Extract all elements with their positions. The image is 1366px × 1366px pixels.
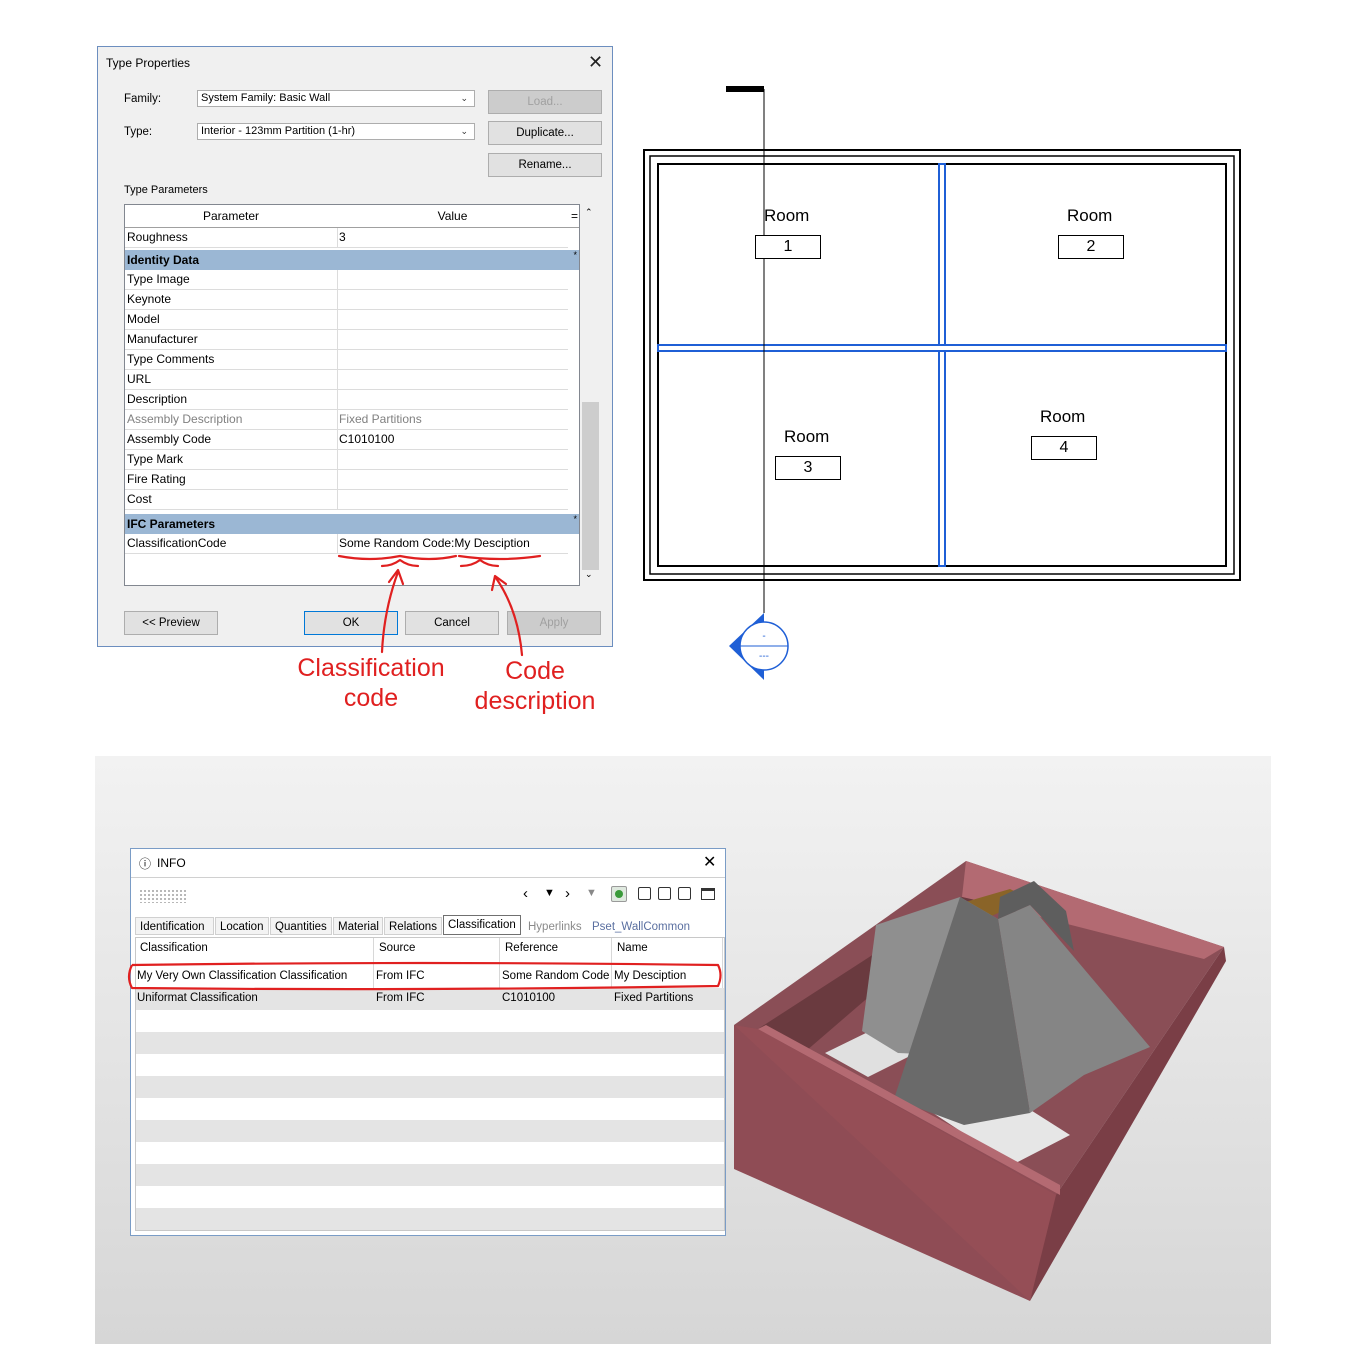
tab-material[interactable]: Material <box>333 917 383 935</box>
tab-relations[interactable]: Relations <box>384 917 442 935</box>
close-icon[interactable]: ✕ <box>703 852 716 872</box>
empty-row <box>136 1076 724 1098</box>
title-divider <box>131 877 725 878</box>
info-panel: ⓘ INFO ✕ ‹ ▼ › ▼ Identification Location… <box>130 848 726 1236</box>
room-label: Room <box>764 206 810 225</box>
tab-pset-wallcommon[interactable]: Pset_WallCommon <box>587 917 693 935</box>
filter-icon[interactable] <box>611 886 627 902</box>
info-icon: ⓘ <box>139 857 152 871</box>
drag-grip-icon[interactable] <box>139 889 187 903</box>
room-label: Room <box>1067 206 1113 225</box>
clipboard-icon[interactable] <box>678 887 691 900</box>
partition-vertical[interactable] <box>938 163 946 567</box>
column-header[interactable]: Reference <box>505 942 558 954</box>
annotation-code-description: Code description <box>460 656 610 716</box>
tab-location[interactable]: Location <box>215 917 269 935</box>
copy-icon[interactable] <box>638 887 651 900</box>
section-head <box>726 86 764 92</box>
annotation-line: code <box>343 684 399 712</box>
column-header[interactable]: Name <box>617 942 648 954</box>
room-number-tag[interactable]: 1 <box>755 235 821 259</box>
room-number-tag[interactable]: 3 <box>775 456 841 480</box>
section-marker-bottom: --- <box>759 651 769 662</box>
model-3d-view[interactable] <box>730 855 1235 1310</box>
room-number-tag[interactable]: 2 <box>1058 235 1124 259</box>
chevron-left-icon[interactable]: ‹ <box>523 885 528 902</box>
empty-row <box>136 1164 724 1186</box>
section-marker-top: - <box>762 631 765 642</box>
annotation-line: Classification <box>297 654 445 682</box>
empty-row <box>136 1120 724 1142</box>
empty-row <box>136 1032 724 1054</box>
tab-classification[interactable]: Classification <box>443 915 521 935</box>
row-highlight-markup <box>127 961 722 991</box>
room-label: Room <box>1040 407 1086 426</box>
tab-identification[interactable]: Identification <box>135 917 214 935</box>
floor-plan[interactable]: - --- <box>643 83 1243 683</box>
caret-down-muted-icon[interactable]: ▼ <box>586 887 597 899</box>
annotation-line: description <box>474 687 596 715</box>
filter-dot <box>615 890 623 898</box>
caret-down-icon[interactable]: ▼ <box>544 887 555 899</box>
tab-quantities[interactable]: Quantities <box>270 917 332 935</box>
room-label: Room <box>784 427 830 446</box>
annotation-line: Code <box>505 657 565 685</box>
room-number-tag[interactable]: 4 <box>1031 436 1097 460</box>
column-header[interactable]: Source <box>379 942 415 954</box>
chevron-right-icon[interactable]: › <box>565 885 570 902</box>
panel-title: INFO <box>157 856 186 870</box>
empty-row <box>136 1208 724 1230</box>
annotation-classification-code: Classification code <box>281 653 461 713</box>
partition-junction <box>940 346 944 350</box>
window-icon[interactable] <box>701 888 715 900</box>
column-header[interactable]: Classification <box>140 942 208 954</box>
paste-icon[interactable] <box>658 887 671 900</box>
tab-hyperlinks[interactable]: Hyperlinks <box>523 917 583 935</box>
